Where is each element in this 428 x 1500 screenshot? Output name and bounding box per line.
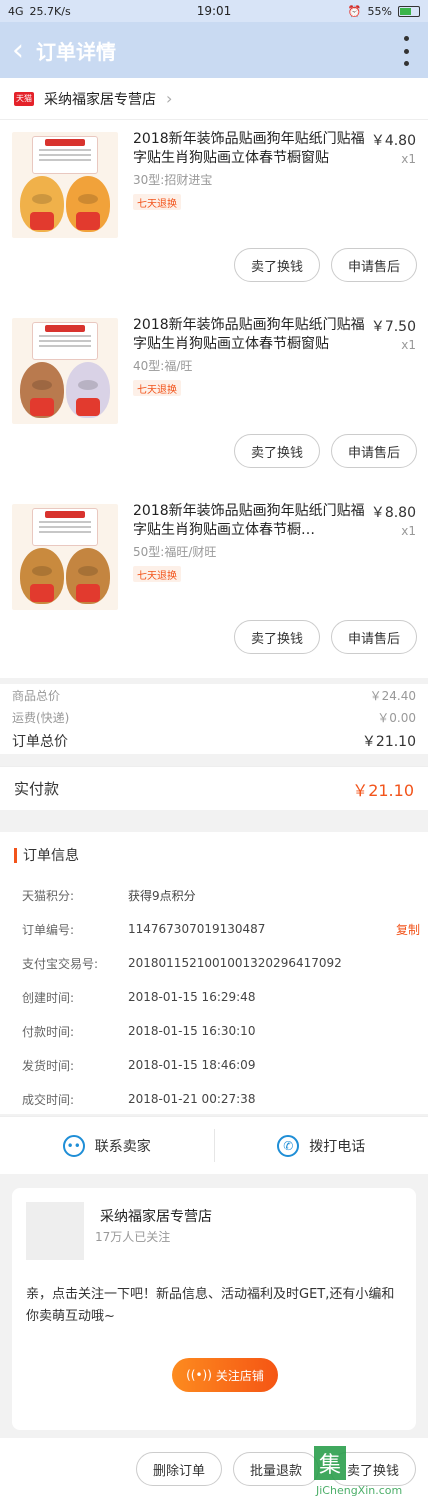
info-key: 付款时间:: [22, 1024, 75, 1039]
info-row-alipay: 支付宝交易号: 2018011521001001320296417092: [0, 946, 428, 980]
info-row-shipped: 发货时间: 2018-01-15 18:46:09: [0, 1048, 428, 1082]
info-key: 支付宝交易号:: [22, 956, 99, 971]
after-sales-button[interactable]: 申请售后: [331, 434, 417, 468]
contact-seller-label: 联系卖家: [94, 1138, 151, 1155]
product-quantity: x1: [401, 338, 416, 352]
contact-bar: •• 联系卖家 ✆ 拨打电话: [0, 1116, 428, 1174]
battery-icon: [398, 5, 420, 17]
chat-icon: ••: [62, 1134, 85, 1157]
card-message: 亲，点击关注一下吧！新品信息、活动福利及时GET,还有小编和你卖萌互动哦~: [26, 1287, 395, 1324]
signal-indicator: 4G: [8, 4, 24, 18]
info-row-completed: 成交时间: 2018-01-21 00:27:38: [0, 1082, 428, 1116]
paid-value: ￥21.10: [352, 780, 414, 800]
info-value: 2018-01-15 16:30:10: [128, 1024, 256, 1038]
order-item[interactable]: 2018新年装饰品贴画狗年贴纸门贴福字贴生肖狗贴画立体春节橱窗贴 ￥4.80 x…: [0, 120, 428, 306]
product-image[interactable]: [12, 318, 118, 424]
info-value: 114767307019130487: [128, 922, 266, 936]
info-row-points: 天猫积分: 获得9点积分: [0, 878, 428, 912]
return-policy-badge: 七天退换: [133, 194, 181, 210]
paid-amount-row: 实付款 ￥21.10: [0, 766, 428, 810]
product-quantity: x1: [401, 152, 416, 166]
batch-refund-button[interactable]: 批量退款: [233, 1452, 319, 1486]
call-label: 拨打电话: [309, 1138, 366, 1155]
info-key: 成交时间:: [22, 1092, 75, 1107]
goods-total-value: ￥24.40: [369, 688, 416, 703]
product-price: ￥7.50: [370, 319, 416, 335]
product-spec: 50型:福旺/财旺: [133, 545, 217, 559]
order-item[interactable]: 2018新年装饰品贴画狗年贴纸门贴福字贴生肖狗贴画立体春节橱窗贴 ￥7.50 x…: [0, 306, 428, 492]
info-key: 发货时间:: [22, 1058, 75, 1073]
order-total-value: ￥21.10: [361, 734, 416, 750]
phone-icon: ✆: [277, 1134, 300, 1157]
after-sales-button[interactable]: 申请售后: [331, 620, 417, 654]
sell-button[interactable]: 卖了换钱: [234, 434, 320, 468]
paid-label: 实付款: [14, 780, 60, 798]
info-row-paid: 付款时间: 2018-01-15 16:30:10: [0, 1014, 428, 1048]
sell-button[interactable]: 卖了换钱: [234, 248, 320, 282]
product-spec: 40型:福/旺: [133, 359, 193, 373]
shop-name: 采纳福家居专营店: [44, 91, 156, 108]
order-item[interactable]: 2018新年装饰品贴画狗年贴纸门贴福字贴生肖狗贴画立体春节橱… ￥8.80 x1…: [0, 492, 428, 678]
info-key: 订单编号:: [22, 922, 75, 937]
info-value: 获得9点积分: [128, 888, 196, 903]
tmall-icon: 天猫: [14, 91, 34, 106]
battery-percent: 55%: [367, 4, 392, 18]
price-summary: 商品总价 ￥24.40 运费(快递) ￥0.00 订单总价 ￥21.10: [0, 684, 428, 754]
follow-shop-button[interactable]: ((•)) 关注店铺: [172, 1358, 278, 1392]
alarm-icon: ⏰: [347, 4, 362, 18]
product-title[interactable]: 2018新年装饰品贴画狗年贴纸门贴福字贴生肖狗贴画立体春节橱窗贴: [133, 130, 373, 168]
info-value: 2018-01-15 18:46:09: [128, 1058, 256, 1072]
network-speed: 25.7K/s: [29, 4, 71, 18]
order-info-heading: 订单信息: [0, 832, 428, 878]
order-info-section: 订单信息 天猫积分: 获得9点积分 订单编号: 1147673070191304…: [0, 832, 428, 1114]
info-value: 2018-01-21 00:27:38: [128, 1092, 256, 1106]
product-spec: 30型:招财进宝: [133, 173, 213, 187]
title-bar: ‹ 订单详情: [0, 22, 428, 78]
status-bar: 4G 25.7K/s 19:01 ⏰ 55%: [0, 0, 428, 22]
page-title: 订单详情: [36, 39, 116, 64]
goods-total-label: 商品总价: [12, 688, 61, 703]
delete-order-button[interactable]: 删除订单: [136, 1452, 222, 1486]
shop-row[interactable]: 天猫 采纳福家居专营店 ›: [0, 78, 428, 120]
info-row-order-number: 订单编号: 114767307019130487 复制: [0, 912, 428, 946]
order-total-label: 订单总价: [12, 734, 68, 750]
product-image[interactable]: [12, 504, 118, 610]
shop-avatar[interactable]: [26, 1202, 84, 1260]
return-policy-badge: 七天退换: [133, 380, 181, 396]
back-icon[interactable]: ‹: [0, 22, 36, 78]
info-key: 天猫积分:: [22, 888, 75, 903]
follower-count: 17万人已关注: [95, 1230, 171, 1244]
shop-follow-card: 采纳福家居专营店 17万人已关注 亲，点击关注一下吧！新品信息、活动福利及时GE…: [12, 1188, 416, 1430]
product-image[interactable]: [12, 132, 118, 238]
return-policy-badge: 七天退换: [133, 566, 181, 582]
info-row-created: 创建时间: 2018-01-15 16:29:48: [0, 980, 428, 1014]
shipping-label: 运费(快递): [12, 710, 70, 725]
broadcast-icon: ((•)): [186, 1368, 212, 1382]
card-shop-name[interactable]: 采纳福家居专营店: [100, 1206, 212, 1226]
contact-seller-button[interactable]: •• 联系卖家: [0, 1117, 214, 1174]
product-title[interactable]: 2018新年装饰品贴画狗年贴纸门贴福字贴生肖狗贴画立体春节橱…: [133, 502, 373, 540]
follow-label: 关注店铺: [215, 1368, 264, 1383]
shipping-value: ￥0.00: [377, 710, 416, 725]
copy-button[interactable]: 复制: [388, 921, 428, 938]
after-sales-button[interactable]: 申请售后: [331, 248, 417, 282]
footer-actions: 删除订单 批量退款 卖了换钱: [0, 1438, 428, 1500]
info-value: 2018-01-15 16:29:48: [128, 990, 256, 1004]
more-menu-icon[interactable]: [396, 36, 416, 66]
product-quantity: x1: [401, 524, 416, 538]
product-price: ￥8.80: [370, 505, 416, 521]
sell-button[interactable]: 卖了换钱: [234, 620, 320, 654]
chevron-right-icon: ›: [166, 89, 173, 108]
product-price: ￥4.80: [370, 133, 416, 149]
info-value: 2018011521001001320296417092: [128, 956, 342, 970]
info-key: 创建时间:: [22, 990, 75, 1005]
product-title[interactable]: 2018新年装饰品贴画狗年贴纸门贴福字贴生肖狗贴画立体春节橱窗贴: [133, 316, 373, 354]
sell-button[interactable]: 卖了换钱: [330, 1452, 416, 1486]
call-button[interactable]: ✆ 拨打电话: [215, 1117, 428, 1174]
